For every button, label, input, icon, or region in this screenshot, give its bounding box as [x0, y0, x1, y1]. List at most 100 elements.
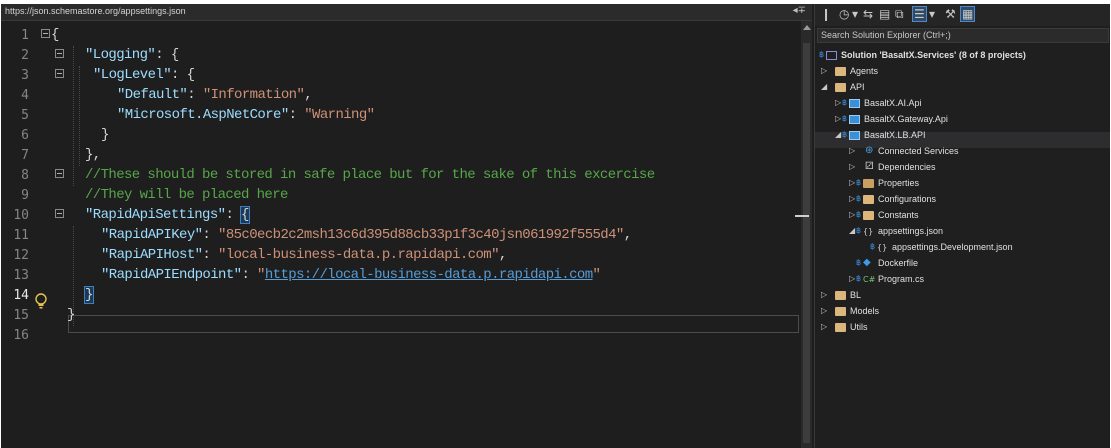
- tree-node-configurations[interactable]: ▷ ฿ Configurations: [815, 192, 1110, 208]
- schema-url[interactable]: https://json.schemastore.org/appsettings…: [5, 6, 186, 16]
- json-file-icon: {}: [863, 227, 874, 236]
- tree-node-lb-api[interactable]: ◢ ฿ BasaltX.LB.API: [815, 128, 1110, 144]
- code-text: "RapidAPIEndpoint": "https://local-busin…: [101, 267, 601, 283]
- code-line[interactable]: 7 },: [1, 146, 801, 166]
- dependencies-icon: ⚂: [865, 161, 874, 172]
- collapsed-arrow-icon[interactable]: ▷: [849, 178, 855, 187]
- explorer-search-input[interactable]: Search Solution Explorer (Ctrl+;): [817, 28, 1109, 43]
- lock-icon: ฿: [842, 98, 848, 107]
- json-string: "Warning": [304, 107, 375, 123]
- json-key: "Default": [117, 87, 188, 103]
- split-editor-button[interactable]: ◂∓: [793, 5, 806, 16]
- code-line[interactable]: 8 //These should be stored in safe place…: [1, 166, 801, 186]
- preview-icon[interactable]: ▦: [959, 6, 976, 22]
- dropdown-arrow-icon[interactable]: ▾: [852, 7, 858, 21]
- line-number: 14: [13, 288, 29, 303]
- tree-node-appsettings-development[interactable]: ฿ {} appsettings.Development.json: [815, 240, 1110, 256]
- tree-node-bl[interactable]: ▷ BL: [815, 288, 1110, 304]
- tree-node-constants[interactable]: ▷ ฿ Constants: [815, 208, 1110, 224]
- code-punct: :: [202, 247, 219, 263]
- switch-views-icon[interactable]: ⇆: [863, 7, 873, 21]
- code-line[interactable]: 3 "LogLevel": {: [1, 66, 801, 86]
- collapsed-arrow-icon[interactable]: ▷: [821, 66, 827, 75]
- json-key: "LogLevel": [93, 67, 172, 83]
- collapsed-arrow-icon[interactable]: ▷: [849, 210, 855, 219]
- collapsed-arrow-icon[interactable]: ▷: [821, 306, 827, 315]
- tree-node-program-cs[interactable]: ▷ ฿ C# Program.cs: [815, 272, 1110, 288]
- collapsed-arrow-icon[interactable]: ▷: [835, 114, 841, 123]
- editor-scrollbar[interactable]: [795, 21, 812, 448]
- tree-node-ai-api[interactable]: ▷ ฿ BasaltX.AI.Api: [815, 96, 1110, 112]
- tree-node-connected-services[interactable]: ▷ ⊛ Connected Services: [815, 144, 1110, 160]
- code-area[interactable]: 1 { 2 "Logging": { 3 "LogLevel": { 4 "De…: [1, 26, 801, 448]
- solution-explorer: ❙ ◷ ▾ ⇆ ▤ ⧉ ☰ ▾ ⚒ ▦ Search Solution Expl…: [814, 4, 1110, 448]
- csharp-file-icon: C#: [863, 275, 876, 284]
- endpoint-link[interactable]: https://local-business-data.p.rapidapi.c…: [265, 267, 593, 283]
- tree-node-dockerfile[interactable]: ฿ ◆ Dockerfile: [815, 256, 1110, 272]
- collapsed-arrow-icon[interactable]: ▷: [849, 194, 855, 203]
- code-line[interactable]: 4 "Default": "Information",: [1, 86, 801, 106]
- sync-icon[interactable]: ❙: [821, 7, 831, 21]
- tree-node-dependencies[interactable]: ▷ ⚂ Dependencies: [815, 160, 1110, 176]
- code-line[interactable]: 5 "Microsoft.AspNetCore": "Warning": [1, 106, 801, 126]
- show-all-files-icon[interactable]: ⧉: [895, 7, 904, 22]
- collapsed-arrow-icon[interactable]: ▷: [849, 162, 855, 171]
- fold-toggle-icon[interactable]: [55, 209, 64, 218]
- code-line[interactable]: 9 //They will be placed here: [1, 186, 801, 206]
- tree-node-label: Utils: [850, 322, 868, 332]
- fold-toggle-icon[interactable]: [41, 29, 50, 38]
- code-line[interactable]: 15 }: [1, 306, 801, 326]
- view-mode-icon[interactable]: ☰: [912, 6, 927, 22]
- fold-toggle-icon[interactable]: [55, 69, 64, 78]
- code-comment: //These should be stored in safe place b…: [85, 167, 655, 183]
- json-string-quote: ": [257, 267, 265, 283]
- collapsed-arrow-icon[interactable]: ▷: [835, 98, 841, 107]
- fold-toggle-icon[interactable]: [55, 169, 64, 178]
- code-editor[interactable]: https://json.schemastore.org/appsettings…: [1, 4, 812, 448]
- tree-node-utils[interactable]: ▷ Utils: [815, 320, 1110, 336]
- connected-services-icon: ⊛: [865, 145, 874, 156]
- code-text: "RapidAPIKey": "85c0ecb2c2msh13c6d395d88…: [101, 227, 632, 243]
- code-line[interactable]: 2 "Logging": {: [1, 46, 801, 66]
- scroll-up-arrow-icon[interactable]: [803, 25, 811, 30]
- tree-node-appsettings[interactable]: ◢ ฿ {} appsettings.json: [815, 224, 1110, 240]
- code-line[interactable]: 16: [1, 326, 801, 346]
- fold-toggle-icon[interactable]: [55, 49, 64, 58]
- collapsed-arrow-icon[interactable]: ▷: [821, 322, 827, 331]
- tree-node-label: Connected Services: [878, 146, 959, 156]
- history-icon[interactable]: ◷: [839, 7, 849, 21]
- line-number: 12: [13, 248, 29, 263]
- tree-node-agents[interactable]: ▷ Agents: [815, 64, 1110, 80]
- expanded-arrow-icon[interactable]: ◢: [835, 130, 841, 139]
- tree-node-gateway-api[interactable]: ▷ ฿ BasaltX.Gateway.Api: [815, 112, 1110, 128]
- dropdown-arrow-icon[interactable]: ▾: [929, 7, 935, 21]
- code-token: {: [51, 27, 59, 43]
- properties-wrench-icon[interactable]: ⚒: [945, 7, 956, 21]
- search-placeholder: Search Solution Explorer (Ctrl+;): [821, 30, 951, 40]
- collapsed-arrow-icon[interactable]: ▷: [849, 146, 855, 155]
- code-line[interactable]: 11 "RapidAPIKey": "85c0ecb2c2msh13c6d395…: [1, 226, 801, 246]
- collapsed-arrow-icon[interactable]: ▷: [849, 274, 855, 283]
- collapse-all-icon[interactable]: ▤: [879, 7, 890, 21]
- expanded-arrow-icon[interactable]: ◢: [821, 82, 827, 91]
- code-line[interactable]: 1 {: [1, 26, 801, 46]
- folder-icon: [835, 83, 846, 92]
- tree-node-properties[interactable]: ▷ ฿ Properties: [815, 176, 1110, 192]
- code-line[interactable]: 13 "RapidAPIEndpoint": "https://local-bu…: [1, 266, 801, 286]
- scroll-thumb[interactable]: [803, 43, 810, 443]
- lightbulb-icon[interactable]: [33, 292, 49, 310]
- code-token: }: [67, 307, 75, 323]
- code-punct: :: [225, 207, 242, 223]
- tree-node-solution[interactable]: ฿ Solution 'BasaltX.Services' (8 of 8 pr…: [815, 48, 1110, 64]
- code-line-current[interactable]: 14 }: [1, 286, 801, 306]
- expanded-arrow-icon[interactable]: ◢: [849, 226, 855, 235]
- lock-icon: ฿: [819, 50, 825, 59]
- code-line[interactable]: 12 "RapiAPIHost": "local-business-data.p…: [1, 246, 801, 266]
- code-line[interactable]: 6 }: [1, 126, 801, 146]
- code-line[interactable]: 10 "RapidApiSettings": {: [1, 206, 801, 226]
- code-punct: :: [187, 87, 203, 103]
- tree-node-models[interactable]: ▷ Models: [815, 304, 1110, 320]
- lock-icon: ฿: [856, 258, 862, 267]
- collapsed-arrow-icon[interactable]: ▷: [821, 290, 827, 299]
- tree-node-api[interactable]: ◢ API: [815, 80, 1110, 96]
